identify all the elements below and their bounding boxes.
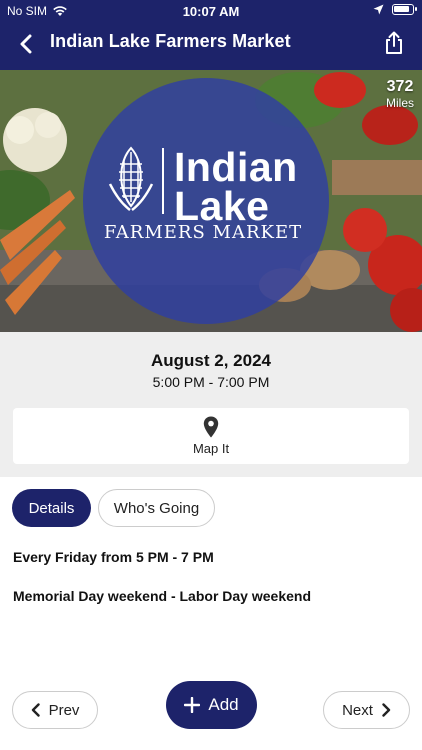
share-icon — [386, 31, 402, 54]
distance-badge: 372 Miles — [386, 78, 414, 110]
tab-whos-going-label: Who's Going — [113, 499, 200, 517]
logo-text-line3: FARMERS MARKET — [103, 222, 303, 243]
detail-season: Memorial Day weekend - Labor Day weekend — [13, 588, 311, 604]
chevron-right-icon — [382, 703, 391, 717]
chevron-left-icon — [20, 34, 32, 54]
map-it-button[interactable]: Map It — [13, 408, 409, 464]
detail-schedule: Every Friday from 5 PM - 7 PM — [13, 549, 214, 565]
map-pin-icon — [203, 416, 219, 438]
event-time-range: 5:00 PM - 7:00 PM — [152, 374, 270, 390]
event-info-panel: August 2, 2024 5:00 PM - 7:00 PM Map It — [0, 332, 422, 477]
status-bar: No SIM 10:07 AM — [0, 0, 422, 22]
top-bar: No SIM 10:07 AM Indian Lake Farmers Mark… — [0, 0, 422, 70]
prev-label: Prev — [48, 701, 80, 719]
status-right-group — [373, 4, 417, 15]
event-date: August 2, 2024 — [151, 351, 271, 370]
corn-logo-icon — [108, 146, 154, 211]
location-arrow-icon — [373, 4, 384, 15]
chevron-left-icon — [31, 703, 40, 717]
add-label: Add — [208, 695, 239, 714]
distance-unit: Miles — [385, 96, 414, 110]
event-detail-screen: No SIM 10:07 AM Indian Lake Farmers Mark… — [0, 0, 422, 750]
nav-bar: Indian Lake Farmers Market — [0, 22, 422, 70]
distance-value: 372 — [386, 78, 414, 95]
prev-button[interactable]: Prev — [12, 691, 98, 729]
share-button[interactable] — [380, 28, 408, 58]
hero-image: Indian Lake FARMERS MARKET 372 Miles — [0, 70, 422, 332]
add-button[interactable]: Add — [166, 681, 257, 729]
next-button[interactable]: Next — [323, 691, 410, 729]
tab-details-label: Details — [28, 499, 75, 517]
map-it-label: Map It — [192, 441, 230, 456]
battery-icon — [392, 4, 417, 15]
page-title: Indian Lake Farmers Market — [50, 31, 291, 51]
next-label: Next — [342, 701, 373, 719]
status-time: 10:07 AM — [182, 4, 240, 19]
plus-icon — [184, 697, 201, 713]
back-button[interactable] — [12, 30, 40, 58]
tab-whos-going[interactable]: Who's Going — [98, 489, 215, 527]
logo-divider — [162, 148, 164, 214]
tab-details[interactable]: Details — [12, 489, 91, 527]
